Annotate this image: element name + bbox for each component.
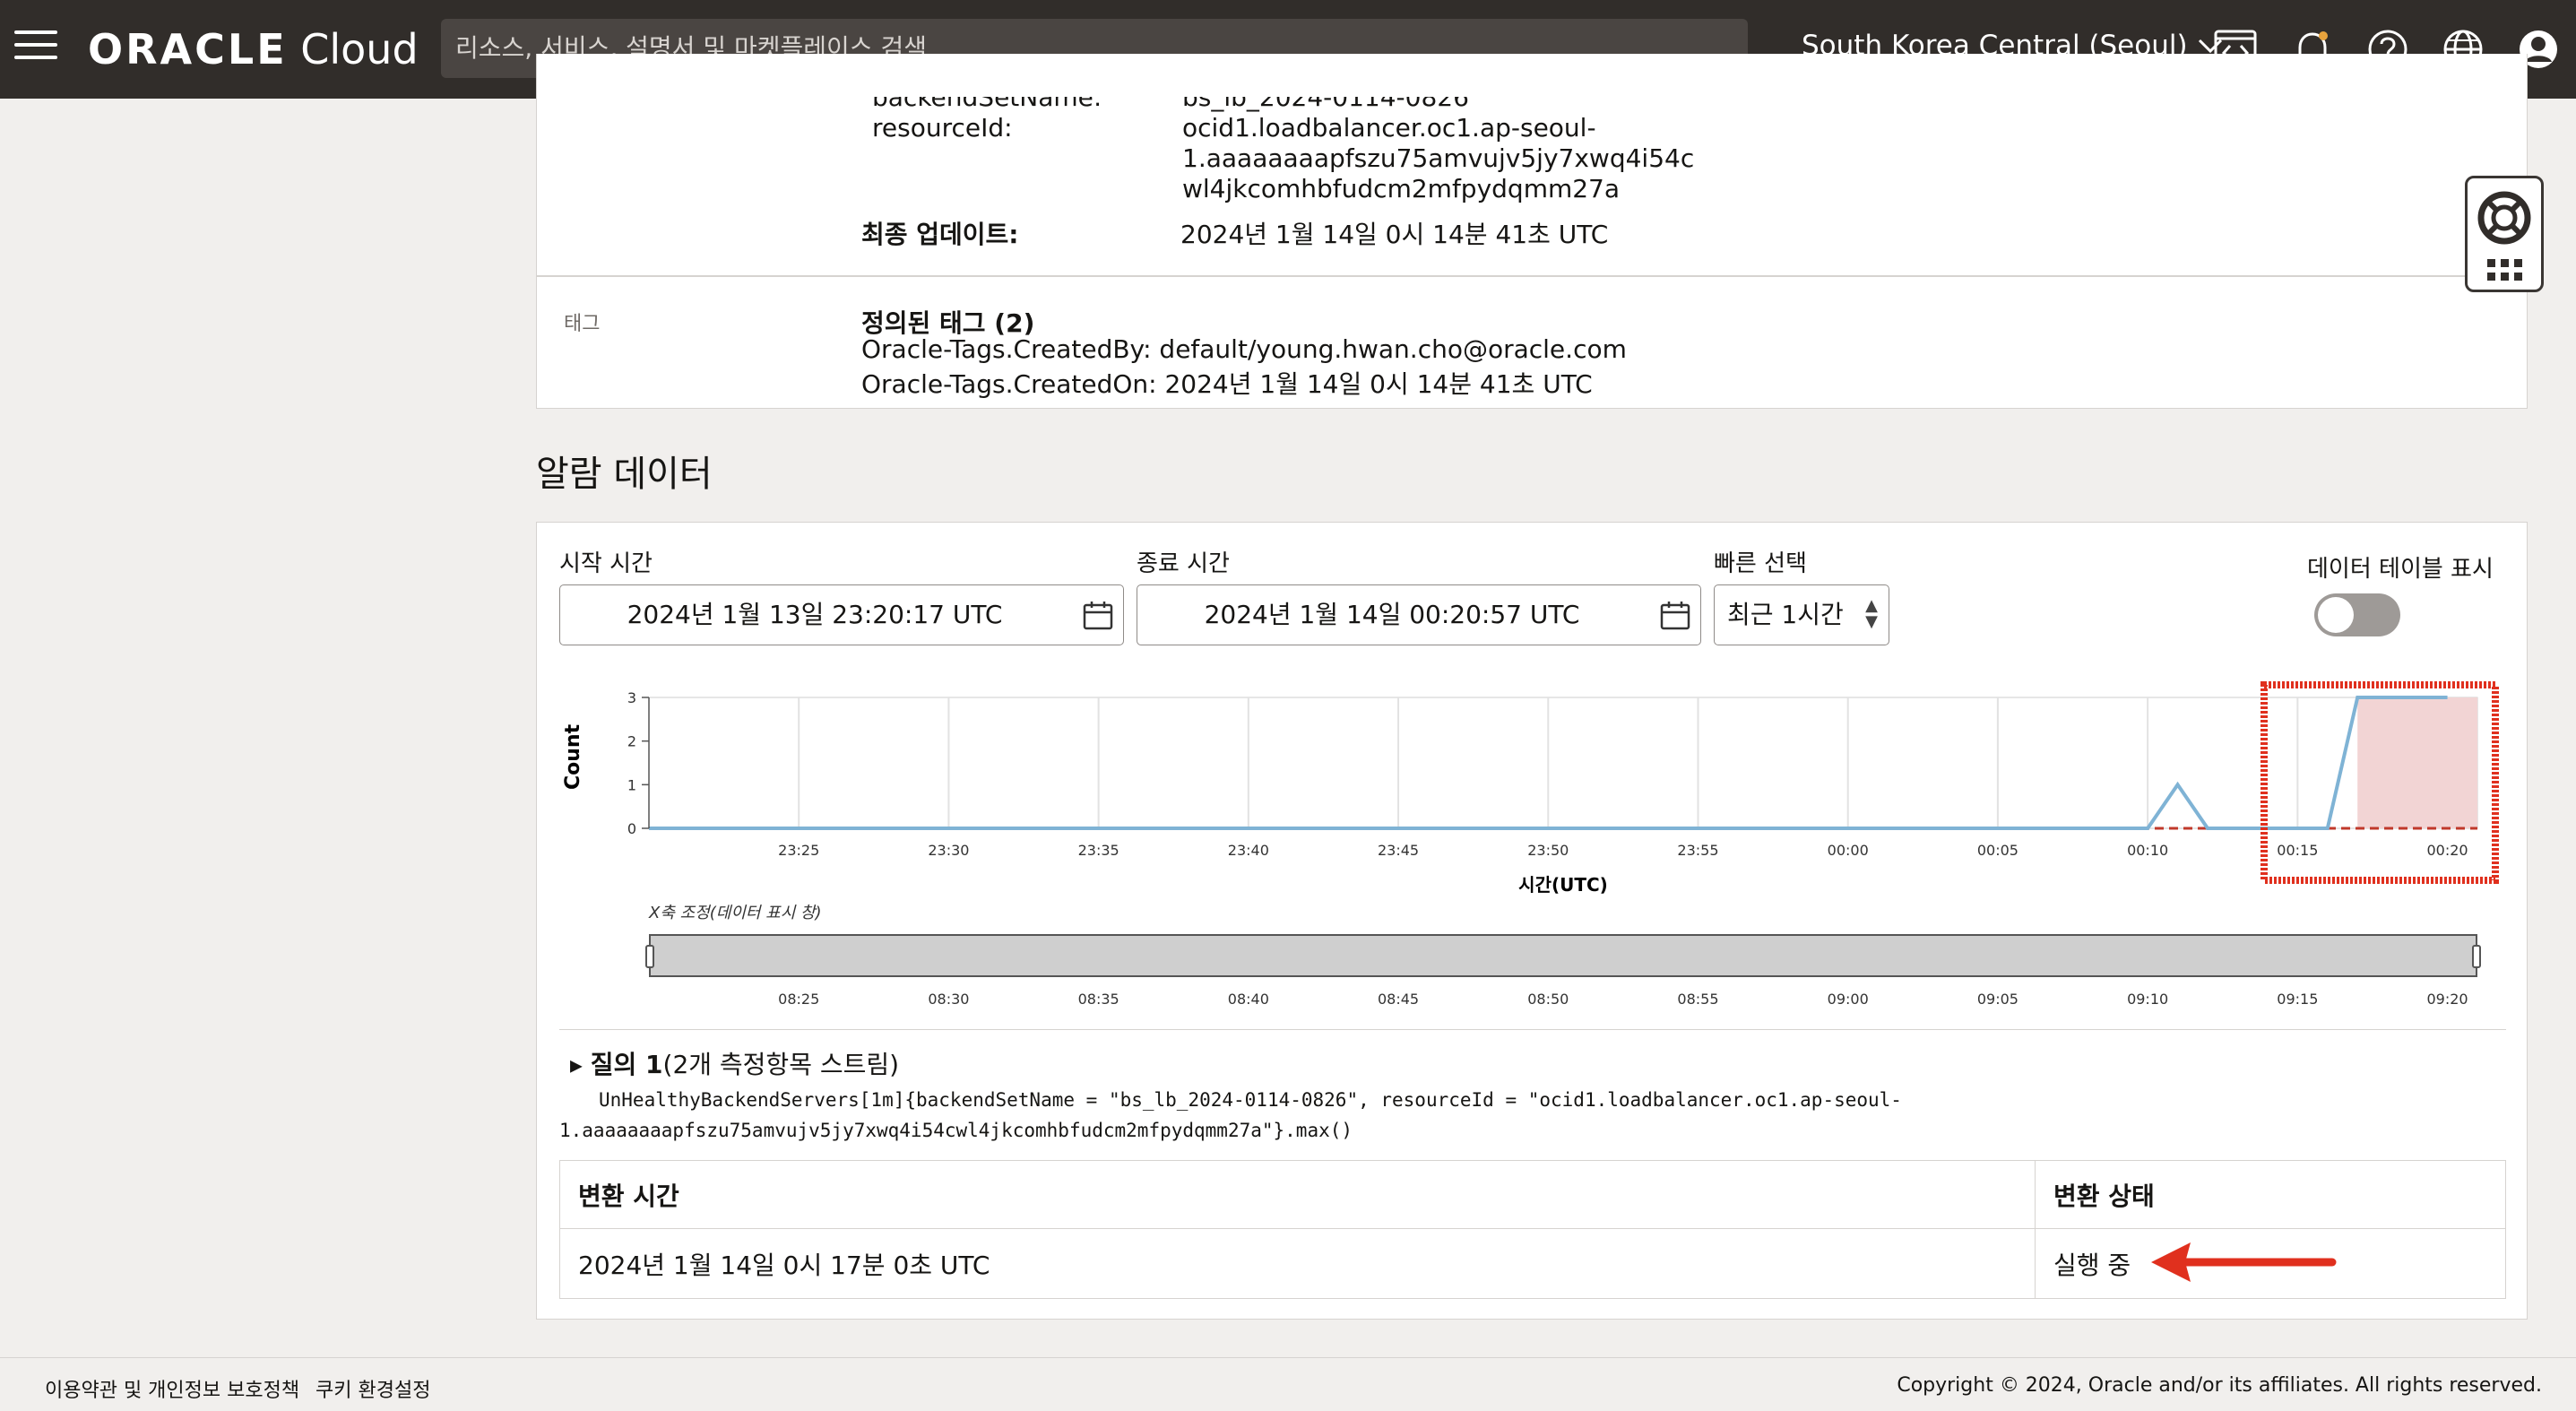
- cookie-settings-link[interactable]: 쿠키 환경설정: [316, 1374, 430, 1403]
- query-subtitle: (2개 측정항목 스트림): [662, 1050, 900, 1079]
- lifebuoy-icon: [2477, 191, 2531, 281]
- state-transition-table: 변환 시간 변환 상태 2024년 1월 14일 0시 17분 0초 UTC 실…: [559, 1160, 2506, 1299]
- page-footer: 이용약관 및 개인정보 보호정책 쿠키 환경설정 Copyright © 202…: [0, 1357, 2576, 1411]
- resource-id-key: resourceId:: [872, 113, 1013, 143]
- calendar-icon[interactable]: [1082, 600, 1114, 632]
- tags-label: 태그: [564, 313, 601, 335]
- resource-id-line-3: wl4jkcomhbfudcm2mfpydqmm27a: [1182, 174, 1621, 203]
- caret-right-icon: ▶: [570, 1056, 583, 1076]
- slider-left-handle[interactable]: [645, 945, 654, 968]
- updown-arrows-icon: ▲ ▼: [1865, 596, 1878, 631]
- calendar-icon[interactable]: [1659, 600, 1691, 632]
- quick-select-value: 최근 1시간: [1727, 600, 1844, 629]
- menu-icon[interactable]: [14, 30, 57, 66]
- end-time-label: 종료 시간: [1137, 550, 1230, 577]
- query-code-line-2: 1.aaaaaaaapfszu75amvujv5jy7xwq4i54cwl4jk…: [559, 1120, 1353, 1141]
- terms-privacy-link[interactable]: 이용약관 및 개인정보 보호정책: [45, 1374, 299, 1403]
- transition-time-cell: 2024년 1월 14일 0시 17분 0초 UTC: [559, 1228, 2036, 1299]
- column-header-transition-time[interactable]: 변환 시간: [559, 1160, 2036, 1229]
- transition-state-cell: 실행 중: [2035, 1228, 2506, 1299]
- divider: [559, 1029, 2506, 1030]
- query-title: 질의 1: [590, 1050, 663, 1079]
- x-axis-range-slider[interactable]: [645, 934, 2481, 977]
- column-header-transition-state[interactable]: 변환 상태: [2035, 1160, 2506, 1229]
- start-time-value: 2024년 1월 13일 23:20:17 UTC: [627, 600, 1003, 629]
- tags-panel: 태그 정의된 태그 (2) Oracle-Tags.CreatedBy: def…: [536, 276, 2528, 409]
- query-code-line-1: UnHealthyBackendServers[1m]{backendSetNa…: [599, 1089, 1902, 1111]
- query-expander[interactable]: ▶ 질의 1(2개 측정항목 스트림): [570, 1045, 899, 1081]
- support-widget[interactable]: [2465, 176, 2544, 292]
- end-time-picker[interactable]: 2024년 1월 14일 00:20:57 UTC: [1137, 584, 1701, 645]
- data-table-toggle-label: 데이터 테이블 표시: [2307, 556, 2494, 583]
- toggle-knob: [2318, 597, 2354, 633]
- end-time-value: 2024년 1월 14일 00:20:57 UTC: [1204, 600, 1580, 629]
- alarm-data-title: 알람 데이터: [536, 454, 713, 495]
- data-table-toggle[interactable]: [2314, 593, 2400, 636]
- tag-created-by: Oracle-Tags.CreatedBy: default/young.hwa…: [861, 334, 1627, 364]
- start-time-picker[interactable]: 2024년 1월 13일 23:20:17 UTC: [559, 584, 1124, 645]
- slider-right-handle[interactable]: [2472, 945, 2481, 968]
- table-row: 2024년 1월 14일 0시 17분 0초 UTC 실행 중: [559, 1228, 2506, 1299]
- tag-created-on: Oracle-Tags.CreatedOn: 2024년 1월 14일 0시 1…: [861, 369, 1593, 399]
- oracle-cloud-logo[interactable]: ORACLE Cloud: [88, 25, 419, 74]
- last-update-value: 2024년 1월 14일 0시 14분 41초 UTC: [1180, 220, 1609, 249]
- start-time-label: 시작 시간: [559, 550, 653, 577]
- resource-id-line-2: 1.aaaaaaaapfszu75amvujv5jy7xwq4i54c: [1182, 143, 1695, 173]
- resource-id-line-1: ocid1.loadbalancer.oc1.ap-seoul-: [1182, 113, 1596, 143]
- quick-select-dropdown[interactable]: 최근 1시간 ▲ ▼: [1714, 584, 1889, 645]
- copyright-text: Copyright © 2024, Oracle and/or its affi…: [1897, 1374, 2542, 1397]
- quick-select-label: 빠른 선택: [1714, 550, 1807, 577]
- last-update-label: 최종 업데이트:: [861, 220, 1019, 249]
- resource-details-panel: backendSetName: bs_lb_2024-0114-0826 res…: [536, 82, 2528, 276]
- details-panel-top-fill: [536, 54, 2528, 97]
